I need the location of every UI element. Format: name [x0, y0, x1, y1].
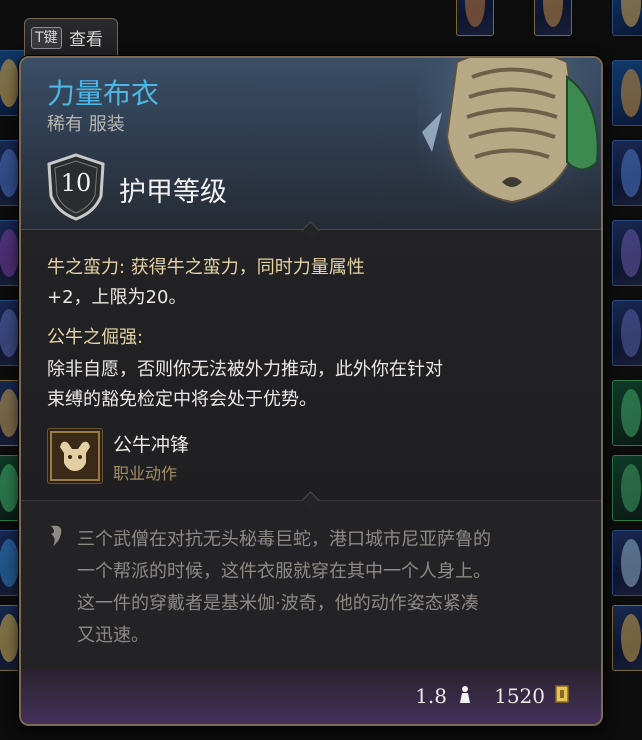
quill-icon: [51, 525, 62, 546]
inventory-slot[interactable]: [612, 605, 642, 671]
inventory-slot[interactable]: [456, 0, 494, 36]
tooltip-footer: 1.8 1520: [21, 670, 601, 724]
inventory-slot[interactable]: [534, 0, 572, 36]
item-weight: 1.8: [415, 684, 447, 708]
item-rarity-type: 稀有 服装: [47, 114, 125, 135]
armor-class-label: 护甲等级: [119, 177, 227, 208]
effect-line: 牛之蛮力: 获得牛之蛮力，同时力量属性: [47, 257, 365, 278]
inventory-slot[interactable]: [612, 0, 642, 36]
gold-coin-icon: [555, 685, 569, 703]
lore-text: 三个武僧在对抗无头秘毒巨蛇，港口城市尼亚萨鲁的 一个帮派的时候，这件衣服就穿在其…: [77, 524, 577, 652]
inventory-slot[interactable]: [612, 60, 642, 126]
inventory-slot[interactable]: [612, 380, 642, 446]
inventory-slot[interactable]: [612, 530, 642, 596]
item-name: 力量布衣: [47, 77, 160, 110]
inventory-slot[interactable]: [612, 140, 642, 206]
armor-class-value: 10: [60, 169, 92, 197]
inventory-slot[interactable]: [612, 220, 642, 286]
item-tooltip: 力量布衣 稀有 服装 10 护甲等级 牛之蛮力: 获得牛之蛮力，同时力量属性 +…: [19, 56, 603, 726]
lore-line: 一个帮派的时候，这件衣服就穿在其中一个人身上。: [77, 561, 491, 582]
effect-line: +2，上限为20。: [47, 287, 187, 308]
lore-line: 这一件的穿戴者是基米伽·波奇，他的动作姿态紧凑: [77, 593, 479, 614]
weight-icon: [460, 686, 470, 703]
effect-line: 除非自愿，否则你无法被外力推动，此外你在针对: [47, 359, 443, 380]
action-type: 职业动作: [113, 464, 178, 483]
lore-line: 三个武僧在对抗无头秘毒巨蛇，港口城市尼亚萨鲁的: [77, 529, 491, 550]
item-value: 1520: [494, 684, 545, 708]
keyboard-key: T键: [31, 27, 62, 49]
effect-line: 束缚的豁免检定中将会处于优势。: [47, 389, 317, 410]
inventory-slot[interactable]: [612, 300, 642, 366]
bull-icon[interactable]: [47, 428, 103, 484]
item-art-icon: [417, 58, 601, 217]
lore-line: 又迅速。: [77, 625, 149, 646]
action-name[interactable]: 公牛冲锋: [113, 430, 189, 457]
key-hint-tab: T键 查看: [24, 18, 118, 59]
key-hint-label: 查看: [69, 30, 103, 50]
inventory-slot[interactable]: [612, 455, 642, 521]
effect-title: 公牛之倔强:: [47, 327, 144, 348]
